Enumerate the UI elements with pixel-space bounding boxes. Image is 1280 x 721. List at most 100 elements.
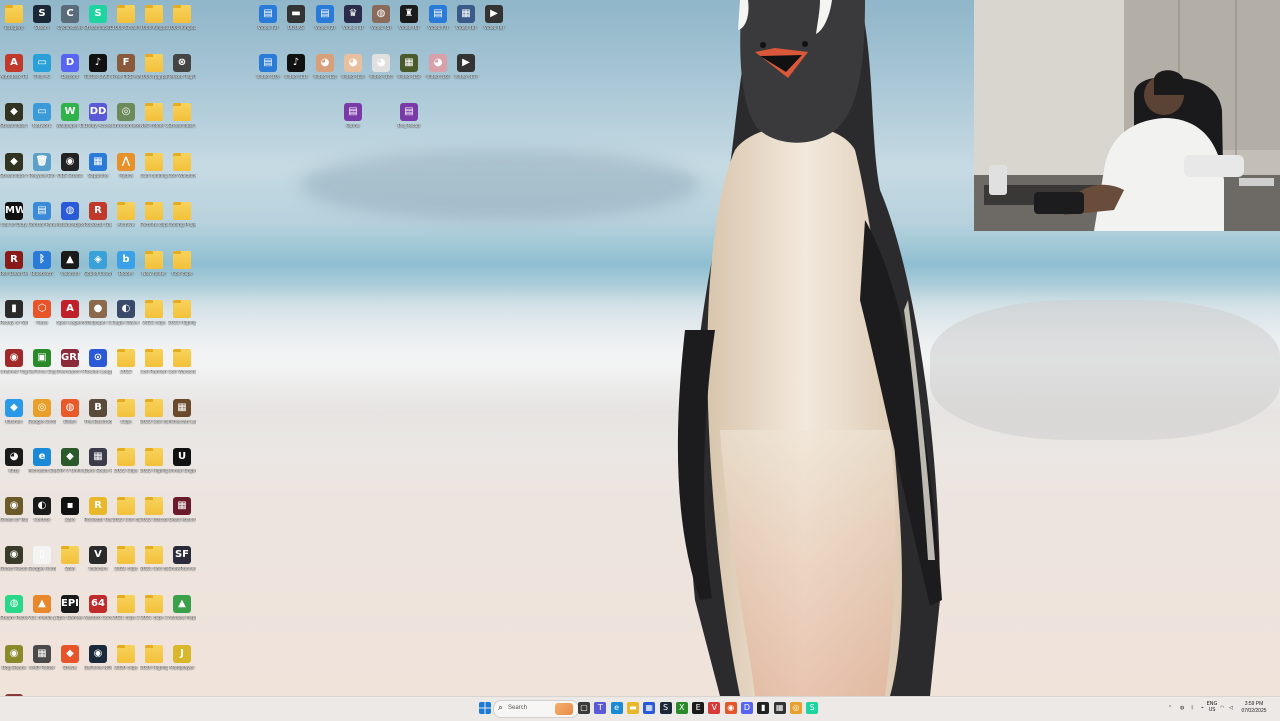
desktop-icon-video-13[interactable]: ◕ Video (13) [339,54,367,100]
volume-icon[interactable]: ◁ [1229,705,1233,711]
desktop-icon-bluetooth[interactable]: ᛒ Bluetooth [28,251,56,297]
desktop-icon-snowrunner[interactable]: SF SnowRunner [168,546,196,592]
desktop-icon-rocket-league[interactable]: ⊙ Rocket League [84,349,112,395]
desktop-icon-2021-clips-2[interactable]: 2021 clips 2 [112,595,140,641]
taskbar-xbox-icon[interactable]: X [675,702,688,714]
desktop-icon-steam-packs[interactable]: ◍ Steam Packs [0,595,28,641]
desktop-icon-tiktok-live-studio[interactable]: ♪ TikTok LIVE Studio [84,54,112,100]
taskbar-obs-icon[interactable]: ◉ [724,702,737,714]
taskbar-streamlabs-icon[interactable]: S [806,702,819,714]
desktop-icon-video-6[interactable]: ♜ Video (6) [395,5,423,51]
desktop-icon-2021-clips-3[interactable]: 2021 clips 3 [140,595,168,641]
desktop-icon-malwarebytes[interactable]: ◍ Malwarebytes [56,201,84,248]
taskbar-chrome-icon[interactable]: ◎ [789,702,802,714]
desktop-icon-tekken-tag-tournament[interactable]: ⊗ Tekken Tag Tournament [168,54,196,100]
desktop-icon-2020-highlights[interactable]: 2020 Highlights [140,644,168,691]
desktop-icon-1000-small-rpg-pack[interactable]: 1000 Small rpg Pack [112,5,140,51]
desktop-icon-new-folder[interactable]: New folder [140,251,168,297]
desktop-icon-sapphire[interactable]: ▦ Sapphire [84,152,112,199]
taskbar-rockstar-icon[interactable]: ▦ [773,702,786,714]
desktop[interactable]: Bangers S Steam C Cyclinstalls S StreamlabsDes… [0,0,1280,696]
desktop-icon-2022-clips[interactable]: 2022 Clips [112,447,140,494]
desktop-icon-2022-highlights[interactable]: 2022 Highlights [140,447,168,494]
desktop-icon-hexa[interactable]: ⬡ Hexa [28,300,56,346]
desktop-icon-network[interactable]: ▭ Network [28,103,56,149]
desktop-icon-kitty[interactable]: ◕ Kitty [0,447,28,494]
taskbar-teams-icon[interactable]: T [594,702,607,714]
desktop-icon-cod-warzone-2[interactable]: Cod Warzone 2 [168,349,196,395]
taskbar-file-explorer-icon[interactable]: ▬ [626,702,639,714]
desktop-icon-gta-v-online[interactable]: ◆ GTA V Online [56,447,84,494]
desktop-icon-2023-clips[interactable]: 2023 clips [140,300,168,346]
desktop-icon-wallpaper-engine[interactable]: W Wallpaper Engine [56,103,84,149]
desktop-icon-microsoft-edge[interactable]: e Microsoft Edge [28,447,56,494]
desktop-icon-control-panel[interactable]: ▤ Control Panel [28,201,56,248]
desktop-icon-elden[interactable]: ◍ Elden [56,398,84,445]
desktop-icon-game[interactable]: ▤ Game [339,103,367,149]
desktop-icon-bangers[interactable]: Bangers [0,5,28,51]
desktop-icon-cod-ranking[interactable]: Cod ranking [140,152,168,199]
desktop-icon-eagle-wave-link[interactable]: ◐ Eagle Wave Link [112,300,140,346]
desktop-icon-new-folder-2[interactable]: New folder 2 [140,103,168,149]
desktop-icon-dog-beans[interactable]: ◉ Dog Beans [0,644,28,691]
desktop-icon-clips[interactable]: Clips [112,398,140,445]
desktop-icon-bit-recap[interactable]: ▤ Bit_Recap [395,103,423,149]
desktop-icon-video-14[interactable]: ◕ Video (14) [367,54,395,100]
taskbar-epic-icon[interactable]: E [692,702,705,714]
desktop-icon-video-7[interactable]: ▤ Video (7) [424,5,452,51]
desktop-icon-autodesk-files[interactable]: A Autodesk Files [0,54,28,100]
desktop-icon-discord[interactable]: D Discord [56,54,84,100]
desktop-icon-video-5[interactable]: ◍ Video (5) [367,5,395,51]
desktop-icon-apex-legends[interactable]: A Apex Legends [56,300,84,346]
desktop-icon-control[interactable]: ◐ Control [28,497,56,543]
desktop-icon-video-4[interactable]: ♛ Video (4) [339,5,367,51]
desktop-icon-zalo[interactable]: Zalo [56,546,84,592]
taskbar-search-box[interactable]: ⌕ Search [493,700,579,718]
desktop-icon-1000-rpg-pack[interactable]: 1000 rpg pack [140,54,168,100]
desktop-icon-archive[interactable]: Archive [112,201,140,248]
desktop-icon-cod-warzone[interactable]: Cod Warzone [168,152,196,199]
desktop-icon-cod-ranked-clips[interactable]: Cod Ranked clips [140,349,168,395]
desktop-icon-video-3[interactable]: ▤ Video (3) [254,5,282,51]
desktop-icon-2023[interactable]: 2023 [112,349,140,395]
desktop-icon-ghost-recon-breakpoint[interactable]: ◉ Ghost Recon Breakpoint [0,546,28,592]
network-icon[interactable]: ◍ [1180,705,1184,711]
desktop-icon-streamlabs-overlays[interactable]: Streamlabs Overlays [168,103,196,149]
taskbar-edge-icon[interactable]: e [610,702,623,714]
desktop-icon-recycle-bin[interactable]: 🗑 Recycle Bin [28,152,56,199]
taskbar-terminal-icon[interactable]: ▮ [757,702,770,714]
taskbar-valorant-icon[interactable]: V [708,702,721,714]
desktop-icon-1000-kingdom-dat-files[interactable]: 1000 Kingdom Dat Files [168,5,196,51]
desktop-icon-dolby-access[interactable]: DD Dolby Access [84,103,112,149]
desktop-icon-rockstar-games[interactable]: R Rockstar Games [84,497,112,543]
taskbar-steam-icon[interactable]: S [659,702,672,714]
wifi-icon[interactable]: ◠ [1220,705,1224,711]
desktop-icon-2020-clips[interactable]: 2020 clips [112,644,140,691]
desktop-icon-2023-cod-clips[interactable]: 2023 Cod clips [140,398,168,445]
taskbar-discord-icon[interactable]: D [741,702,753,714]
desktop-icon-brave[interactable]: ◆ Brave [56,644,84,691]
desktop-icon-kitchen[interactable]: ◆ Kitchen [0,398,28,445]
desktop-icon-valorant[interactable]: ▲ Valorant [56,251,84,297]
desktop-icon-wallpaper-changer[interactable]: ● Wallpaper Changer [84,300,112,346]
language-indicator[interactable]: ENG US [1204,701,1220,713]
desktop-icon-free-fire-max[interactable]: F Free FIRE Max [112,54,140,100]
desktop-icon-video-2[interactable]: ▤ Video (2) [311,5,339,51]
desktop-icon-google-chrome[interactable]: ▯ Google Chrome [28,546,56,592]
desktop-icon-video-8[interactable]: ▦ Video (8) [452,5,480,51]
desktop-icon-streamlabsdesktop[interactable]: S StreamlabsDesktop [84,5,112,51]
desktop-icon-video-10[interactable]: ▤ Video (10) [254,54,282,100]
desktop-icon-amd-folder[interactable]: ▦ AMD Folder [28,644,56,691]
desktop-icon-achaea-maps[interactable]: ▲ Achaea Maps [168,595,196,641]
desktop-icon-video-12[interactable]: ◕ Video (12) [311,54,339,100]
desktop-icon-rockstar-games-launcher[interactable]: R Rockstar Games Launcher [84,201,112,248]
desktop-icon-fortnite-clips[interactable]: Fortnite clips [140,201,168,248]
desktop-icon-1000-kingdom-game-files[interactable]: 1000 Kingdom Game Files [140,5,168,51]
desktop-icon-ghost-of-tsushima[interactable]: ◉ Ghost of Tsushima [0,497,28,543]
desktop-icon-obs-studio[interactable]: ◉ OBS Studio [56,152,84,199]
desktop-icon-bloom[interactable]: b Bloom [112,251,140,297]
desktop-icon-2022-warzone-clips[interactable]: 2022 Warzone clips [140,497,168,543]
desktop-icon-zalo[interactable]: ▪ Zalo [56,497,84,543]
desktop-icon-valorant[interactable]: V Valorant [84,546,112,592]
desktop-icon-steam[interactable]: S Steam [28,5,56,51]
